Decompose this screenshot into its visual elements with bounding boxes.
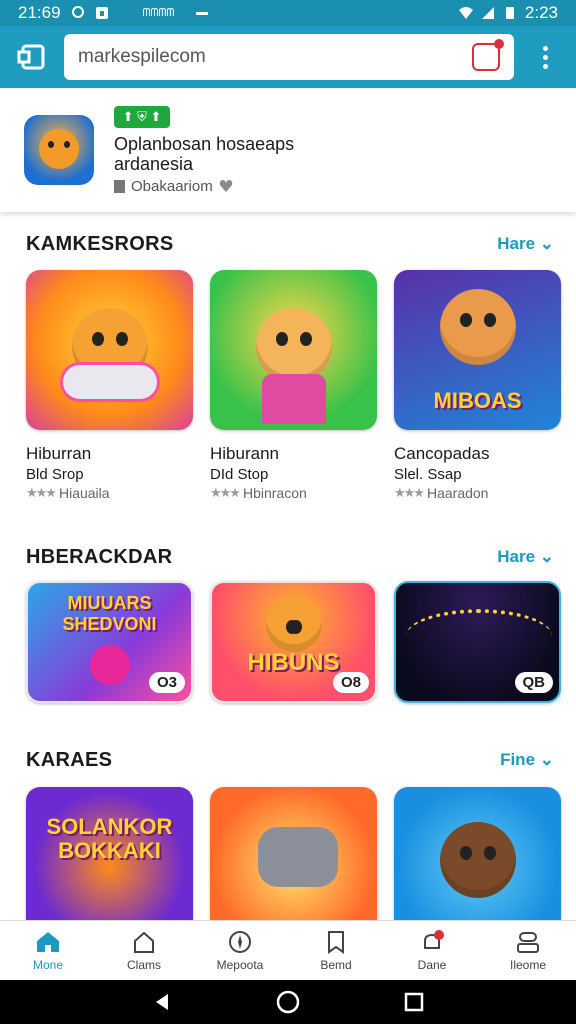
nav-home[interactable]: Mone: [0, 921, 96, 980]
nav-clams[interactable]: Clams: [96, 921, 192, 980]
heart-icon[interactable]: [219, 179, 233, 193]
card-rating: ★★★ Hbinracon: [210, 485, 307, 501]
nav-ileome[interactable]: Ileome: [480, 921, 576, 980]
star-rating-icon: ★★★: [394, 485, 425, 500]
game-card[interactable]: HIBUNS O8: [210, 581, 377, 703]
card-rating: ★★★ Hiauaila: [26, 485, 110, 501]
dash-icon: [196, 11, 209, 15]
status-time-right: 2:23: [524, 3, 558, 22]
game-card[interactable]: Hiburann DId Stop ★★★ Hbinracon: [210, 270, 377, 501]
nav-dane[interactable]: Dane: [384, 921, 480, 980]
game-thumbnail: [26, 270, 193, 430]
card-subtitle: Bld Srop: [26, 466, 84, 483]
section-title: KARAES: [26, 748, 113, 771]
home-button[interactable]: [0, 26, 64, 88]
section-kamkesrors: KAMKESRORS Hare ⌄ Hiburran Bld Srop ★★★ H…: [0, 224, 576, 501]
home-tab-icon: [17, 44, 45, 70]
game-thumbnail: HIBUNS O8: [210, 581, 377, 703]
game-card[interactable]: MIBOAS Cancopadas Slel. Ssap ★★★ Haaradon: [394, 270, 561, 501]
nav-bemd[interactable]: Bemd: [288, 921, 384, 980]
section-title: HBERACKDAR: [26, 545, 173, 568]
card-title: Hiburran: [26, 444, 92, 463]
home-icon: [37, 931, 59, 952]
system-navigation-bar: [0, 980, 576, 1024]
section-hberackdar: HBERACKDAR Hare ⌄ MIUUARS SHEDVONI O3 HI…: [0, 537, 576, 703]
compass-icon: [229, 930, 251, 953]
browser-toolbar: markespilecom: [0, 26, 576, 88]
app-meta: Obakaariom: [114, 178, 294, 195]
category-icon: [114, 179, 125, 193]
app-header-card[interactable]: ⬆ ⛨ ⬆ Oplanbosan hosaeaps ardanesia Obak…: [0, 88, 576, 212]
battery-icon: [505, 7, 514, 19]
recents-icon[interactable]: [404, 992, 424, 1012]
game-thumbnail: QB: [394, 581, 561, 703]
status-bar: 21:69 ᗰᗰᗰᗰ 2:23: [0, 0, 576, 26]
back-icon[interactable]: [152, 992, 172, 1012]
signal-indicator: ᗰᗰᗰᗰ: [142, 6, 175, 19]
profile-icon: [517, 931, 539, 953]
url-text: markespilecom: [78, 46, 206, 67]
game-chip: QB: [514, 672, 553, 693]
card-title: Cancopadas: [394, 444, 490, 463]
app-title: Oplanbosan hosaeaps ardanesia: [114, 133, 295, 174]
app-badge: ⬆ ⛨ ⬆: [114, 105, 170, 128]
home-circle-icon[interactable]: [276, 990, 300, 1014]
card-rating: ★★★ Haaradon: [394, 485, 489, 501]
star-rating-icon: ★★★: [26, 485, 57, 500]
nav-mepoota[interactable]: Mepoota: [192, 921, 288, 980]
card-subtitle: Slel. Ssap: [394, 466, 462, 483]
house-outline-icon: [134, 931, 154, 953]
game-card[interactable]: MIUUARS SHEDVONI O3: [26, 581, 193, 703]
cell-signal-icon: [481, 7, 494, 19]
game-card[interactable]: QB: [394, 581, 561, 703]
bookmark-icon: [328, 930, 344, 954]
overflow-menu-icon[interactable]: [514, 26, 576, 88]
section-karaes: KARAES Fine ⌄ SOLANKOR BOKKAKI: [0, 740, 576, 947]
section-title: KAMKESRORS: [26, 232, 174, 255]
star-rating-icon: ★★★: [210, 485, 241, 500]
game-chip: O8: [332, 672, 369, 693]
see-more-link[interactable]: Hare ⌄: [497, 234, 554, 254]
wifi-icon: [458, 7, 473, 19]
notification-icon: [424, 929, 444, 949]
see-more-link[interactable]: Fine ⌄: [500, 750, 554, 770]
game-thumbnail: MIBOAS: [394, 270, 561, 430]
app-icon: [24, 115, 94, 185]
card-title: Hiburann: [210, 444, 279, 463]
game-card[interactable]: Hiburran Bld Srop ★★★ Hiauaila: [26, 270, 193, 501]
bottom-navigation: Mone Clams Mepoota Bemd Dane Ileome: [0, 920, 576, 980]
url-bar[interactable]: markespilecom: [64, 34, 514, 80]
game-thumbnail: MIUUARS SHEDVONI O3: [26, 581, 193, 703]
game-thumbnail: [210, 270, 377, 430]
game-chip: O3: [148, 672, 185, 693]
card-subtitle: DId Stop: [210, 466, 269, 483]
location-icon: [71, 6, 84, 18]
app-notification-icon: [95, 7, 108, 19]
tabs-icon[interactable]: [472, 39, 504, 71]
see-more-link[interactable]: Hare ⌄: [497, 547, 554, 567]
status-time-left: 21:69: [18, 3, 61, 22]
